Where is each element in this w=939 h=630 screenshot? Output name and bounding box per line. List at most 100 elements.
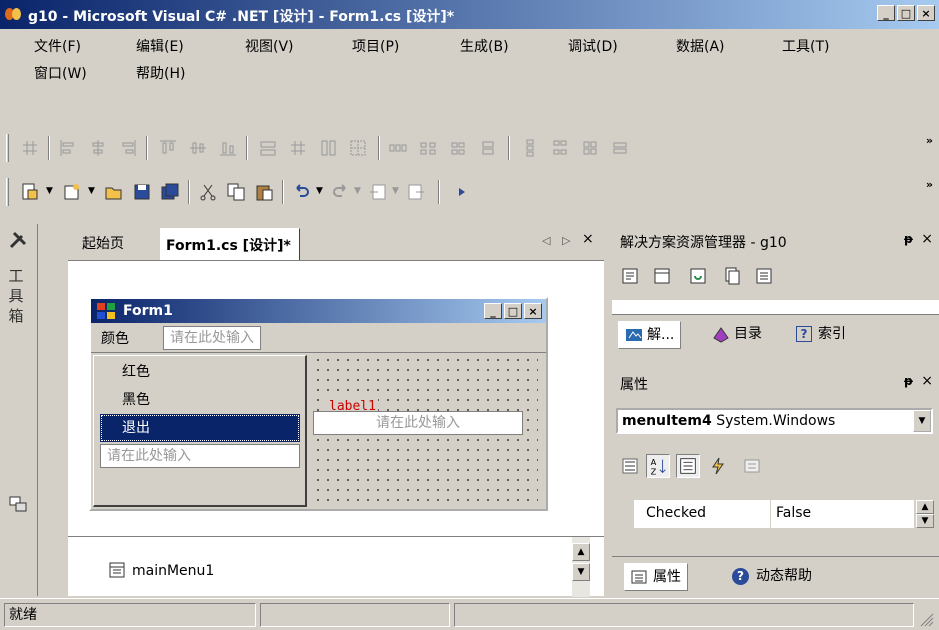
tab-start-page[interactable]: 起始页: [82, 233, 124, 253]
tab-form1-design[interactable]: Form1.cs [设计]*: [160, 228, 300, 260]
tab-contents[interactable]: 目录: [708, 321, 762, 349]
scroll-tabs-right-icon[interactable]: ▷: [562, 234, 570, 247]
paste-icon[interactable]: [254, 182, 274, 202]
object-selector[interactable]: menuItem4 System.Windows ▼: [616, 408, 933, 434]
align-bottom-icon[interactable]: [218, 138, 238, 158]
property-grid-scrollbar[interactable]: ▲ ▼: [916, 500, 934, 528]
form1-window[interactable]: Form1 _ □ × 颜色 请在此处输入 label1 红色 黑色 退出 请在…: [89, 297, 548, 511]
menu-project[interactable]: 项目(P): [352, 36, 399, 56]
cut-icon[interactable]: [198, 182, 218, 202]
same-width-icon[interactable]: [348, 138, 368, 158]
decrease-spacing-icon[interactable]: [448, 138, 468, 158]
pin-icon[interactable]: ᵽ: [904, 232, 913, 246]
tab-dynamic-help[interactable]: ? 动态帮助: [730, 563, 812, 591]
menu-tools[interactable]: 工具(T): [782, 36, 829, 56]
events-icon[interactable]: [708, 456, 728, 476]
menu-build[interactable]: 生成(B): [460, 36, 509, 56]
align-left-icon[interactable]: [58, 138, 78, 158]
start-debugging-icon[interactable]: [452, 182, 472, 202]
toolbar-overflow-icon[interactable]: »: [926, 135, 933, 146]
side-type-here-input[interactable]: 请在此处输入: [313, 411, 523, 435]
alphabetical-sort-icon[interactable]: AZ: [646, 454, 670, 478]
open-folder-icon[interactable]: [104, 182, 124, 202]
menu-data[interactable]: 数据(A): [676, 36, 725, 56]
main-menu-component[interactable]: mainMenu1: [132, 563, 214, 579]
scroll-down-icon[interactable]: ▼: [572, 563, 590, 581]
add-new-item-icon[interactable]: [62, 182, 82, 202]
align-to-grid-icon[interactable]: [20, 138, 40, 158]
menu-view[interactable]: 视图(V): [245, 36, 294, 56]
form-close-button[interactable]: ×: [524, 303, 542, 319]
dropdown-arrow-icon[interactable]: ▼: [316, 186, 323, 196]
align-right-icon[interactable]: [118, 138, 138, 158]
align-center-icon[interactable]: [88, 138, 108, 158]
form1-title-bar[interactable]: Form1 _ □ ×: [91, 299, 546, 323]
properties-view-icon[interactable]: [676, 454, 700, 478]
scroll-up-icon[interactable]: ▲: [572, 543, 590, 561]
menu-help[interactable]: 帮助(H): [136, 63, 185, 83]
close-panel-icon[interactable]: ×: [921, 373, 933, 389]
pin-icon[interactable]: ᵽ: [904, 374, 913, 388]
scroll-down-icon[interactable]: ▼: [916, 514, 934, 528]
menu-item-color[interactable]: 颜色: [101, 328, 129, 348]
chevron-down-icon[interactable]: ▼: [913, 410, 931, 432]
save-icon[interactable]: [132, 182, 152, 202]
design-surface[interactable]: Form1 _ □ × 颜色 请在此处输入 label1 红色 黑色 退出 请在…: [68, 260, 604, 536]
menu-item-red[interactable]: 红色: [100, 358, 300, 386]
remove-spacing-icon[interactable]: [478, 138, 498, 158]
remove-vertical-spacing-icon[interactable]: [610, 138, 630, 158]
dropdown-arrow-icon[interactable]: ▼: [354, 186, 361, 196]
menu-window[interactable]: 窗口(W): [34, 63, 87, 83]
toolbar-grip[interactable]: [6, 134, 9, 162]
horizontal-spacing-icon[interactable]: [388, 138, 408, 158]
close-button[interactable]: ×: [917, 5, 935, 21]
copy-icon[interactable]: [226, 182, 246, 202]
menu-type-here-input[interactable]: 请在此处输入: [163, 326, 261, 350]
dropdown-arrow-icon[interactable]: ▼: [46, 186, 53, 196]
toolbox-tools-icon[interactable]: [8, 230, 28, 250]
property-pages-icon[interactable]: [742, 456, 762, 476]
same-size-icon[interactable]: [258, 138, 278, 158]
dropdown-arrow-icon[interactable]: ▼: [88, 186, 95, 196]
navigate-backward-icon[interactable]: [368, 182, 388, 202]
form-maximize-button[interactable]: □: [504, 303, 522, 319]
increase-vertical-spacing-icon[interactable]: [550, 138, 570, 158]
tab-properties[interactable]: 属性: [624, 563, 688, 591]
undo-icon[interactable]: [292, 182, 312, 202]
scroll-up-icon[interactable]: ▲: [916, 500, 934, 514]
view-code-icon[interactable]: [620, 266, 640, 286]
save-all-icon[interactable]: [160, 182, 180, 202]
navigate-forward-icon[interactable]: [406, 182, 426, 202]
size-to-grid-icon[interactable]: [288, 138, 308, 158]
toolbar-overflow-icon[interactable]: »: [926, 179, 933, 190]
align-middle-icon[interactable]: [188, 138, 208, 158]
vertical-spacing-icon[interactable]: [520, 138, 540, 158]
property-grid-row[interactable]: Checked False: [634, 500, 914, 528]
redo-icon[interactable]: [330, 182, 350, 202]
menu-item-black[interactable]: 黑色: [100, 386, 300, 414]
menu-item-exit[interactable]: 退出: [100, 414, 300, 442]
close-tab-icon[interactable]: ×: [582, 231, 594, 247]
tab-index[interactable]: ? 索引: [794, 321, 846, 349]
resize-grip-icon[interactable]: [918, 611, 934, 627]
same-height-icon[interactable]: [318, 138, 338, 158]
maximize-button[interactable]: □: [897, 5, 915, 21]
menu-edit[interactable]: 编辑(E): [136, 36, 184, 56]
close-panel-icon[interactable]: ×: [921, 231, 933, 247]
toolbox-label[interactable]: 工具箱: [6, 266, 26, 326]
form-minimize-button[interactable]: _: [484, 303, 502, 319]
categorized-icon[interactable]: [620, 456, 640, 476]
refresh-icon[interactable]: [688, 266, 708, 286]
toolbar-grip[interactable]: [6, 178, 9, 206]
menu-file[interactable]: 文件(F): [34, 36, 81, 56]
tray-scrollbar[interactable]: ▲ ▼: [572, 537, 590, 597]
submenu-type-here-input[interactable]: 请在此处输入: [100, 444, 300, 468]
menu-debug[interactable]: 调试(D): [568, 36, 618, 56]
minimize-button[interactable]: _: [877, 5, 895, 21]
decrease-vertical-spacing-icon[interactable]: [580, 138, 600, 158]
toolbox-strip[interactable]: 工具箱: [0, 224, 38, 596]
increase-spacing-icon[interactable]: [418, 138, 438, 158]
properties-icon[interactable]: [754, 266, 774, 286]
new-project-icon[interactable]: [20, 182, 40, 202]
view-designer-icon[interactable]: [652, 266, 672, 286]
